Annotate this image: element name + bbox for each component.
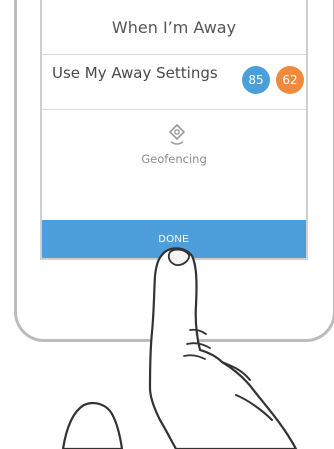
away-settings-screen: When I’m Away Use My Away Settings 85 62… xyxy=(40,0,308,260)
cool-setpoint-badge: 85 xyxy=(242,66,270,94)
screen-title: When I’m Away xyxy=(42,0,306,55)
geofencing-option[interactable]: Geofencing xyxy=(42,110,306,220)
geofencing-label: Geofencing xyxy=(141,152,207,166)
geofencing-pin-icon xyxy=(168,124,186,145)
done-button[interactable]: DONE xyxy=(42,220,306,258)
use-away-settings-row[interactable]: Use My Away Settings 85 62 xyxy=(42,55,306,110)
heat-setpoint-badge: 62 xyxy=(276,66,304,94)
use-away-settings-label: Use My Away Settings xyxy=(52,64,218,82)
